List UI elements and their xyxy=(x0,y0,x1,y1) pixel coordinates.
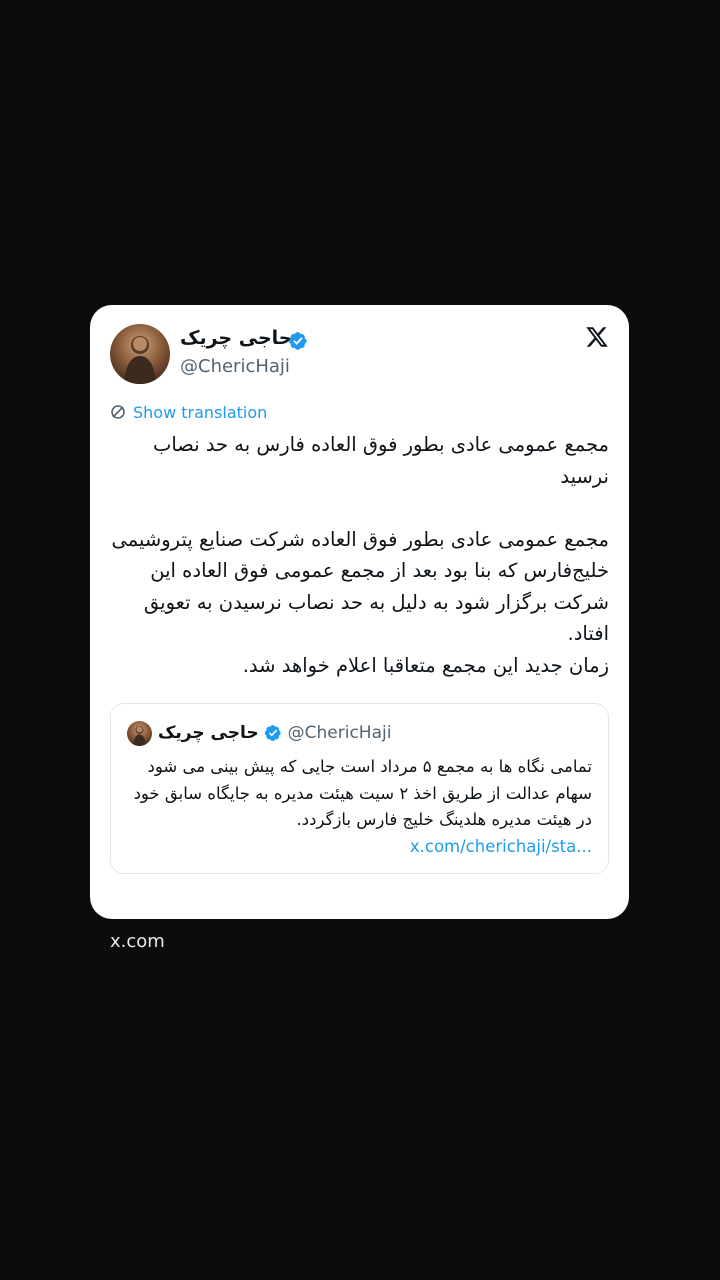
tweet-paragraph: زمان جدید این مجمع متعاقبا اعلام خواهد ش… xyxy=(242,653,609,677)
author-handle[interactable]: @ChericHaji xyxy=(180,356,290,377)
source-domain-label[interactable]: x.com xyxy=(110,931,165,952)
tweet-card[interactable]: حاجی چریک @ChericHaji Show translation م… xyxy=(90,305,629,919)
avatar-portrait-icon xyxy=(133,725,146,746)
show-translation-button[interactable]: Show translation xyxy=(110,401,267,423)
tweet-body: مجمع عمومی عادی بطور فوق العاده فارس به … xyxy=(110,429,609,681)
quoted-tweet-header: حاجی چریک @ChericHaji xyxy=(127,720,391,746)
quoted-tweet[interactable]: حاجی چریک @ChericHaji تمامی نگاه ها به م… xyxy=(110,703,609,874)
quoted-tweet-link[interactable]: x.com/cherichaji/sta... xyxy=(410,837,592,856)
quoted-author-name: حاجی چریک xyxy=(158,723,259,743)
quoted-tweet-text: تمامی نگاه ها به مجمع ۵ مرداد است جایی ک… xyxy=(133,757,592,829)
quoted-tweet-body: تمامی نگاه ها به مجمع ۵ مرداد است جایی ک… xyxy=(127,754,592,860)
author-avatar[interactable] xyxy=(110,324,170,384)
quoted-author-avatar xyxy=(127,720,152,746)
author-display-name[interactable]: حاجی چریک xyxy=(180,327,292,349)
tweet-paragraph: مجمع عمومی عادی بطور فوق العاده شرکت صنا… xyxy=(111,527,609,646)
verified-badge-icon xyxy=(288,332,307,350)
avatar-portrait-icon xyxy=(124,336,156,384)
show-translation-label: Show translation xyxy=(133,402,268,422)
tweet-paragraph: مجمع عمومی عادی بطور فوق العاده فارس به … xyxy=(152,433,609,488)
verified-badge-icon xyxy=(264,725,281,741)
quoted-author-handle: @ChericHaji xyxy=(287,723,392,743)
x-logo-icon[interactable] xyxy=(585,325,609,349)
translate-icon xyxy=(111,405,125,419)
